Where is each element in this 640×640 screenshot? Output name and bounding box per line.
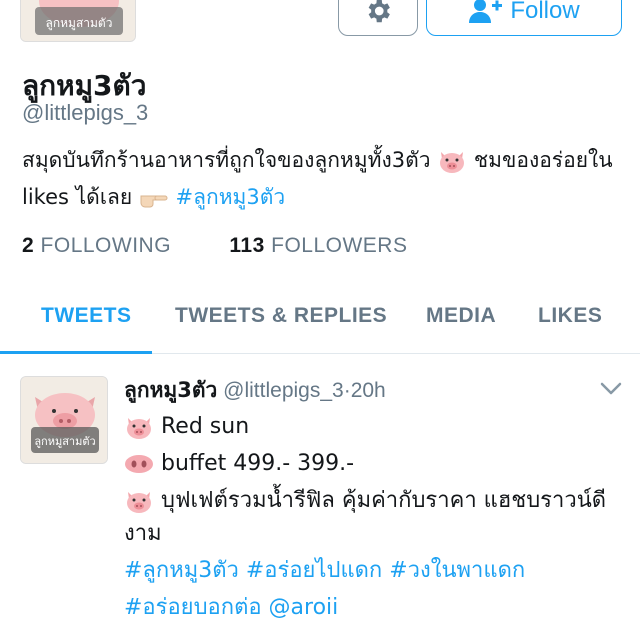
tweet-separator: · [343, 379, 351, 402]
tweet-line-3-text: บุฟเฟต์รวมน้ำรีฟิล คุ้มค่ากับราคา แฮชบรา… [124, 488, 607, 546]
profile-avatar[interactable]: ลูกหมูสามตัว [20, 0, 136, 42]
tweet-line-1: Red sun [124, 410, 624, 443]
profile-tabs: TWEETS TWEETS & REPLIES MEDIA LIKES [0, 296, 640, 354]
tweet-line-2: buffet 499.- 399.- [124, 447, 624, 480]
pig-nose-icon [125, 455, 153, 473]
tab-tweets-replies[interactable]: TWEETS & REPLIES [175, 304, 387, 328]
tweet-hashtags-1[interactable]: #ลูกหมู3ตัว #อร่อยไปแดก #วงในพาแดก [124, 554, 624, 587]
follow-button[interactable]: Follow [426, 0, 622, 36]
add-user-icon [469, 0, 503, 23]
tweet-avatar-caption: ลูกหมูสามตัว [34, 435, 95, 448]
profile-bio: สมุดบันทึกร้านอาหารที่ถูกใจของลูกหมูทั้ง… [22, 142, 622, 216]
chevron-down-icon[interactable] [600, 382, 622, 396]
follow-label: Follow [510, 0, 580, 24]
followers-stat[interactable]: 113 FOLLOWERS [229, 234, 407, 257]
tweet-line-3: บุฟเฟต์รวมน้ำรีฟิล คุ้มค่ากับราคา แฮชบรา… [124, 484, 624, 550]
tweet-line-1-text: Red sun [161, 414, 250, 439]
pointing-hand-icon [140, 195, 168, 208]
tweet-hashtags-2[interactable]: #อร่อยบอกต่อ @aroii [124, 591, 624, 624]
tweet-header: ลูกหมู3ตัว @littlepigs_3·20h [124, 374, 386, 407]
profile-handle: @littlepigs_3 [22, 100, 149, 125]
tweet-timestamp[interactable]: 20h [351, 379, 386, 402]
gear-icon [368, 0, 390, 23]
bio-text: สมุดบันทึกร้านอาหารที่ถูกใจของลูกหมูทั้ง… [22, 148, 431, 172]
tab-likes[interactable]: LIKES [538, 304, 602, 328]
profile-stats: 2 FOLLOWING 113 FOLLOWERS [22, 234, 459, 258]
tweet-author-name[interactable]: ลูกหมู3ตัว [124, 378, 217, 402]
following-count: 2 [22, 234, 35, 257]
tweet-author-handle[interactable]: @littlepigs_3 [223, 379, 344, 402]
followers-count: 113 [229, 234, 265, 257]
bio-hashtag-link[interactable]: #ลูกหมู3ตัว [176, 185, 286, 209]
tweet-avatar[interactable]: ลูกหมูสามตัว [20, 376, 108, 464]
tab-tweets[interactable]: TWEETS [41, 304, 132, 328]
settings-button[interactable] [338, 0, 418, 36]
pig-face-icon [440, 152, 465, 173]
followers-label: FOLLOWERS [271, 234, 408, 257]
following-label: FOLLOWING [40, 234, 172, 257]
tweet-item[interactable]: ลูกหมูสามตัว ลูกหมู3ตัว @littlepigs_3·20… [0, 354, 640, 640]
tab-media[interactable]: MEDIA [426, 304, 496, 328]
following-stat[interactable]: 2 FOLLOWING [22, 234, 171, 257]
pig-face-icon [127, 418, 151, 439]
tweet-body: Red sun buffet 499.- 399.- บุฟเฟต์รวมน้ำ… [124, 410, 624, 628]
pig-face-icon [127, 492, 151, 513]
avatar-caption: ลูกหมูสามตัว [46, 16, 113, 31]
tweet-line-2-text: buffet 499.- 399.- [161, 451, 355, 476]
